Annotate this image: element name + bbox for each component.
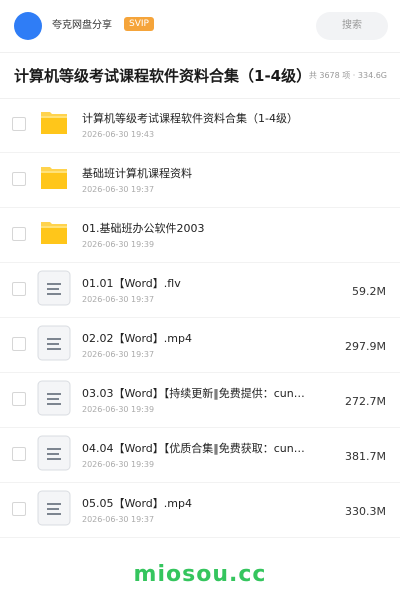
page-title: 计算机等级考试课程软件资料合集（1-4级） — [14, 67, 312, 85]
row-checkbox[interactable] — [12, 227, 26, 241]
file-name: 05.05【Word】.mp4 — [82, 497, 192, 510]
list-item[interactable]: 01.基础班办公软件2003 2026-06-30 19:39 — [0, 208, 400, 263]
folder-icon — [41, 167, 67, 189]
file-name: 04.04【Word】【优质合集‖免费获取：cun… — [82, 442, 305, 455]
list-item[interactable]: 01.01【Word】.flv 2026-06-30 19:37 59.2M — [0, 263, 400, 318]
watermark: miosou.cc — [133, 562, 267, 587]
row-checkbox[interactable] — [12, 172, 26, 186]
svip-badge: SVIP — [124, 17, 154, 31]
file-size: 330.3M — [345, 505, 386, 518]
title-bar: 计算机等级考试课程软件资料合集（1-4级） 共 3678 项 · 334.6G — [0, 52, 400, 99]
file-name: 02.02【Word】.mp4 — [82, 332, 192, 345]
list-item[interactable]: 02.02【Word】.mp4 2026-06-30 19:37 297.9M — [0, 318, 400, 373]
file-date: 2026-06-30 19:37 — [82, 515, 155, 524]
row-checkbox[interactable] — [12, 502, 26, 516]
file-name: 基础班计算机课程资料 — [82, 167, 192, 180]
row-checkbox[interactable] — [12, 392, 26, 406]
document-icon — [37, 325, 71, 361]
row-checkbox[interactable] — [12, 282, 26, 296]
document-icon — [37, 380, 71, 416]
file-date: 2026-06-30 19:37 — [82, 295, 155, 304]
row-checkbox[interactable] — [12, 117, 26, 131]
row-checkbox[interactable] — [12, 337, 26, 351]
top-bar: 夸克网盘分享 SVIP 搜索 — [0, 0, 400, 53]
file-list: 计算机等级考试课程软件资料合集（1-4级） 2026-06-30 19:43 基… — [0, 98, 400, 538]
avatar[interactable] — [14, 12, 42, 40]
row-checkbox[interactable] — [12, 447, 26, 461]
file-date: 2026-06-30 19:39 — [82, 405, 155, 414]
list-item[interactable]: 计算机等级考试课程软件资料合集（1-4级） 2026-06-30 19:43 — [0, 98, 400, 153]
username: 夸克网盘分享 — [52, 20, 112, 31]
file-date: 2026-06-30 19:39 — [82, 240, 155, 249]
folder-icon — [41, 112, 67, 134]
file-size: 272.7M — [345, 395, 386, 408]
document-icon — [37, 435, 71, 471]
file-name: 计算机等级考试课程软件资料合集（1-4级） — [82, 112, 298, 125]
list-item[interactable]: 03.03【Word】【持续更新‖免费提供：cun… 2026-06-30 19… — [0, 373, 400, 428]
file-size: 297.9M — [345, 340, 386, 353]
file-name: 03.03【Word】【持续更新‖免费提供：cun… — [82, 387, 305, 400]
file-date: 2026-06-30 19:37 — [82, 185, 155, 194]
item-count-size: 共 3678 项 · 334.6G — [308, 71, 387, 80]
file-date: 2026-06-30 19:37 — [82, 350, 155, 359]
file-size: 59.2M — [352, 285, 386, 298]
file-size: 381.7M — [345, 450, 386, 463]
list-item[interactable]: 04.04【Word】【优质合集‖免费获取：cun… 2026-06-30 19… — [0, 428, 400, 483]
document-icon — [37, 490, 71, 526]
file-date: 2026-06-30 19:43 — [82, 130, 155, 139]
list-item[interactable]: 05.05【Word】.mp4 2026-06-30 19:37 330.3M — [0, 483, 400, 538]
folder-icon — [41, 222, 67, 244]
document-icon — [37, 270, 71, 306]
file-name: 01.基础班办公软件2003 — [82, 222, 205, 235]
file-name: 01.01【Word】.flv — [82, 277, 181, 290]
list-item[interactable]: 基础班计算机课程资料 2026-06-30 19:37 — [0, 153, 400, 208]
search-input[interactable]: 搜索 — [316, 12, 388, 40]
file-date: 2026-06-30 19:39 — [82, 460, 155, 469]
